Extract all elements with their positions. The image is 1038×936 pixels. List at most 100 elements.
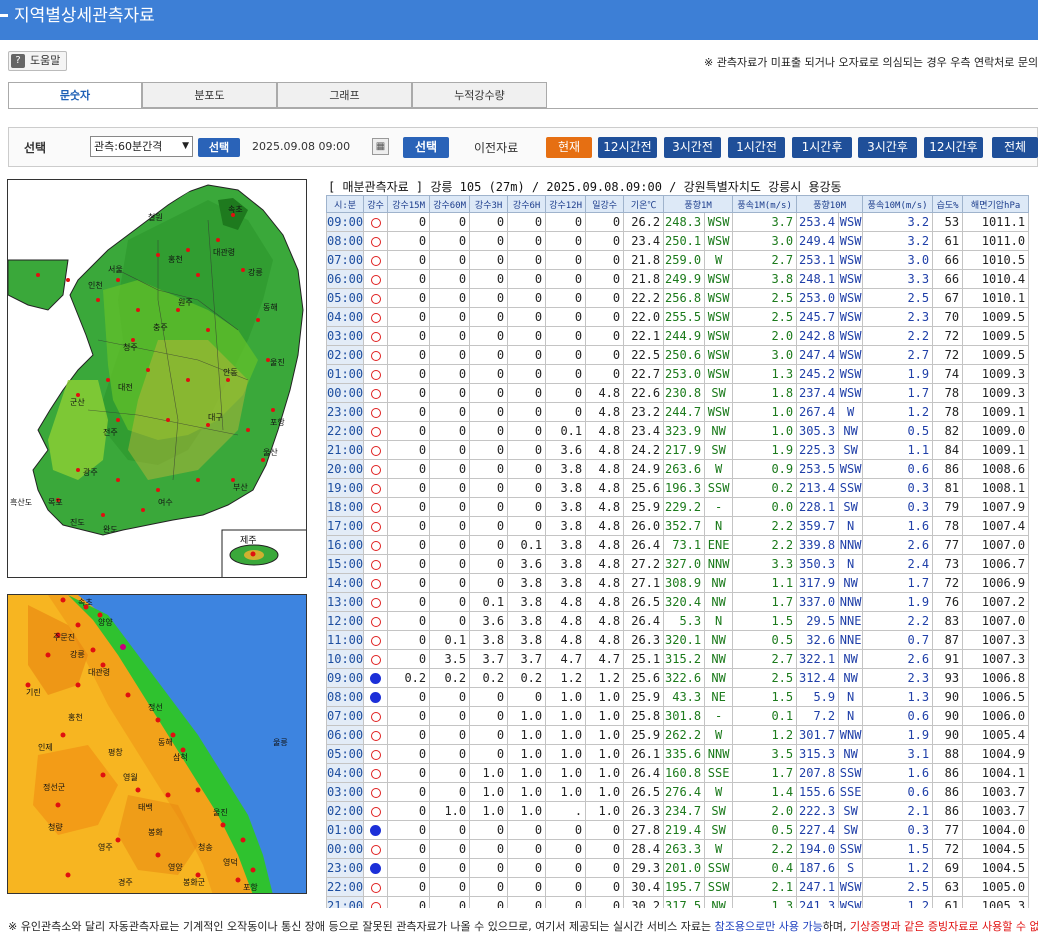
data-cell: 0 bbox=[429, 364, 471, 384]
data-cell: 3.8 bbox=[545, 554, 587, 574]
data-cell: 3.7 bbox=[507, 649, 547, 669]
data-cell: WSW bbox=[838, 307, 864, 327]
nav-3h-before-button[interactable]: 3시간전 bbox=[664, 137, 721, 158]
data-cell: WSW bbox=[704, 307, 734, 327]
data-cell: 234.7 bbox=[663, 801, 706, 821]
column-header: 기온℃ bbox=[623, 195, 665, 213]
data-cell: N bbox=[838, 687, 864, 707]
data-cell: SSW bbox=[838, 839, 864, 859]
data-cell: 2.6 bbox=[862, 649, 934, 669]
data-cell: 3.7 bbox=[469, 649, 509, 669]
data-cell: NW bbox=[838, 668, 864, 688]
tab-graph[interactable]: 그래프 bbox=[277, 82, 412, 108]
data-cell: 3.2 bbox=[862, 212, 934, 232]
data-cell: 322.6 bbox=[663, 668, 706, 688]
tab-cumulative-rain[interactable]: 누적강수량 bbox=[412, 82, 547, 108]
nav-12h-before-button[interactable]: 12시간전 bbox=[598, 137, 657, 158]
data-cell: 70 bbox=[932, 307, 964, 327]
time-cell: 05:00 bbox=[326, 288, 365, 308]
rain-marker-icon bbox=[370, 825, 382, 836]
data-cell: 0 bbox=[585, 345, 625, 365]
observation-table-wrap[interactable]: 시:분 강수 강수15M 강수60M 강수3H 강수6H 강수12H 일강수 기온℃ 풍향1M 풍속… bbox=[326, 195, 1030, 908]
data-cell: 74 bbox=[932, 364, 964, 384]
interval-select[interactable]: 관측:60분간격 ▼ bbox=[90, 136, 193, 157]
data-cell: 0 bbox=[429, 611, 471, 631]
map2-label: 양양 bbox=[98, 618, 113, 627]
nav-3h-after-button[interactable]: 3시간후 bbox=[858, 137, 917, 158]
map1-label: 안동 bbox=[223, 367, 238, 377]
data-cell: WSW bbox=[704, 345, 734, 365]
data-cell: SSW bbox=[838, 763, 864, 783]
datetime-field[interactable]: 2025.09.08 09:00 bbox=[252, 140, 350, 153]
data-cell: 0 bbox=[387, 611, 431, 631]
data-cell: 0 bbox=[387, 307, 431, 327]
data-cell: 0 bbox=[429, 212, 471, 232]
data-cell: 5.3 bbox=[663, 611, 706, 631]
data-cell: 201.0 bbox=[663, 858, 706, 878]
data-cell: 0 bbox=[429, 573, 471, 593]
data-cell: 0 bbox=[507, 516, 547, 536]
nav-12h-after-button[interactable]: 12시간후 bbox=[924, 137, 983, 158]
map1-label: 인천 bbox=[88, 280, 103, 290]
nav-1h-before-button[interactable]: 1시간전 bbox=[728, 137, 785, 158]
tab-divider bbox=[8, 108, 1038, 109]
data-cell: 0 bbox=[507, 231, 547, 251]
nav-all-button[interactable]: 전체 bbox=[992, 137, 1038, 158]
data-cell: 0 bbox=[545, 345, 587, 365]
data-cell: NW bbox=[704, 896, 734, 908]
select-button-2[interactable]: 선택 bbox=[403, 137, 449, 158]
calendar-icon[interactable]: ▦ bbox=[372, 138, 389, 155]
time-cell: 13:00 bbox=[326, 592, 365, 612]
data-cell: 4.8 bbox=[545, 592, 587, 612]
regional-elevation-map[interactable]: 속초 양양 주문진 강릉 대관령 정선 동해 삼척 기린 인제 홍천 평창 영월… bbox=[7, 594, 307, 894]
map1-label: 여수 bbox=[158, 497, 173, 507]
data-cell: 1009.3 bbox=[962, 364, 1030, 384]
data-cell: SW bbox=[704, 801, 734, 821]
data-cell: 0 bbox=[429, 763, 471, 783]
data-cell: W bbox=[704, 839, 734, 859]
data-cell: 253.1 bbox=[796, 250, 840, 270]
data-cell: 93 bbox=[932, 668, 964, 688]
data-cell: 196.3 bbox=[663, 478, 706, 498]
column-header: 강수60M bbox=[429, 195, 471, 213]
table-row: 04:00 0 0 0 0 0 0 22.0 255.5 WSW 2.5 245.7 WSW 2.3 70 1… bbox=[326, 307, 1030, 327]
data-cell: 0 bbox=[507, 687, 547, 707]
map2-label: 정선 bbox=[148, 702, 163, 712]
data-cell: 0.1 bbox=[507, 535, 547, 555]
data-cell: 0 bbox=[387, 250, 431, 270]
data-cell: 25.9 bbox=[623, 687, 665, 707]
time-cell: 06:00 bbox=[326, 269, 365, 289]
data-cell: 248.3 bbox=[663, 212, 706, 232]
data-cell: 1007.3 bbox=[962, 630, 1030, 650]
time-cell: 16:00 bbox=[326, 535, 365, 555]
data-cell: 1.0 bbox=[507, 782, 547, 802]
data-cell: 0 bbox=[585, 231, 625, 251]
map2-label: 속초 bbox=[78, 598, 93, 607]
time-cell: 04:00 bbox=[326, 763, 365, 783]
data-cell: 0 bbox=[469, 820, 509, 840]
data-cell: 0 bbox=[387, 421, 431, 441]
data-cell: SSW bbox=[704, 858, 734, 878]
data-cell: 1009.5 bbox=[962, 345, 1030, 365]
data-cell: 1.0 bbox=[507, 801, 547, 821]
data-cell: 0 bbox=[469, 364, 509, 384]
nav-1h-after-button[interactable]: 1시간후 bbox=[792, 137, 852, 158]
data-cell: 0 bbox=[507, 877, 547, 897]
tab-distribution[interactable]: 분포도 bbox=[142, 82, 277, 108]
data-cell: NNW bbox=[838, 535, 864, 555]
no-rain-marker-icon bbox=[370, 350, 381, 361]
data-cell: 317.9 bbox=[796, 573, 840, 593]
tab-text-data[interactable]: 문숫자 bbox=[8, 82, 142, 109]
data-cell: 1010.1 bbox=[962, 288, 1030, 308]
select-button[interactable]: 선택 bbox=[198, 138, 240, 157]
help-button[interactable]: ? 도움말 bbox=[8, 51, 68, 71]
map1-label: 청주 bbox=[123, 343, 138, 352]
data-cell: 1006.0 bbox=[962, 706, 1030, 726]
data-cell: 222.3 bbox=[796, 801, 840, 821]
data-cell: 0 bbox=[469, 307, 509, 327]
rain-status-cell bbox=[363, 668, 389, 688]
nav-current-button[interactable]: 현재 bbox=[546, 137, 592, 158]
data-cell: 3.3 bbox=[732, 554, 798, 574]
korea-station-map[interactable]: 제주 속초 철원 대관령 강릉 인천 서울 홍천 원주 동해 울진 충주 청주 … bbox=[7, 179, 307, 578]
data-cell: WSW bbox=[838, 326, 864, 346]
